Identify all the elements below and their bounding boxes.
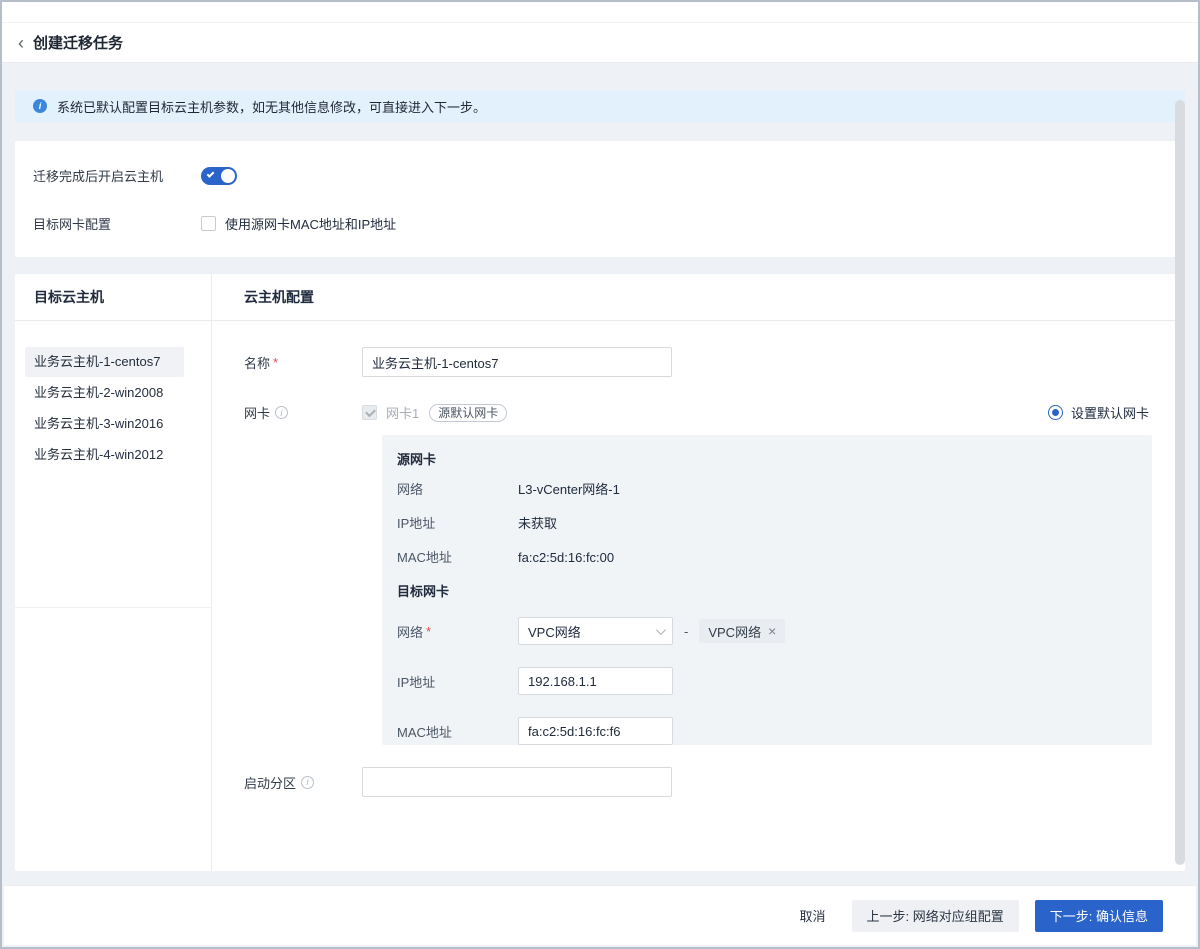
- vm-list-item[interactable]: 业务云主机-1-centos7: [25, 347, 184, 377]
- network-dash: -: [684, 624, 688, 639]
- vm-list-item[interactable]: 业务云主机-4-win2012: [25, 440, 184, 470]
- migration-options-card: 迁移完成后开启云主机 目标网卡配置 使用源网卡MAC地址和IP地址: [15, 141, 1185, 257]
- target-nic-config-label: 目标网卡配置: [33, 214, 201, 233]
- target-nic-title: 目标网卡: [397, 583, 1152, 601]
- required-mark: *: [273, 355, 278, 370]
- name-label: 名称 *: [244, 353, 362, 372]
- boot-partition-row: 启动分区 i: [244, 767, 1149, 797]
- power-on-label: 迁移完成后开启云主机: [33, 166, 201, 185]
- target-ip-row: IP地址: [397, 667, 1152, 695]
- app-top-strip: [2, 2, 1198, 23]
- source-mac-row: MAC地址 fa:c2:5d:16:fc:00: [397, 549, 1152, 567]
- target-ip-label: IP地址: [397, 672, 518, 691]
- cancel-button[interactable]: 取消: [794, 900, 832, 932]
- source-mac-label: MAC地址: [397, 549, 518, 567]
- chevron-down-icon: [656, 625, 666, 635]
- vm-list-item[interactable]: 业务云主机-3-win2016: [25, 409, 184, 439]
- power-on-row: 迁移完成后开启云主机: [33, 166, 1167, 185]
- target-nic-config-row: 目标网卡配置 使用源网卡MAC地址和IP地址: [33, 214, 1167, 233]
- nic1-checkbox: [362, 405, 377, 420]
- source-network-value: L3-vCenter网络-1: [518, 481, 620, 499]
- selected-network-tag: VPC网络 ×: [699, 619, 785, 643]
- target-vms-title: 目标云主机: [15, 274, 212, 320]
- source-default-nic-badge: 源默认网卡: [429, 404, 507, 422]
- boot-partition-label: 启动分区 i: [244, 773, 362, 792]
- info-icon: i: [33, 99, 47, 113]
- source-network-label: 网络: [397, 481, 518, 499]
- main-content: i 系统已默认配置目标云主机参数，如无其他信息修改，可直接进入下一步。 迁移完成…: [2, 63, 1198, 885]
- nic-detail-panel: 源网卡 网络 L3-vCenter网络-1 IP地址 未获取 MAC地址 fa:…: [382, 435, 1152, 745]
- vm-config-card-body: 业务云主机-1-centos7 业务云主机-2-win2008 业务云主机-3-…: [15, 321, 1185, 871]
- page-title: 创建迁移任务: [33, 32, 123, 53]
- source-ip-row: IP地址 未获取: [397, 515, 1152, 533]
- close-icon[interactable]: ×: [768, 624, 776, 638]
- source-mac-value: fa:c2:5d:16:fc:00: [518, 549, 614, 567]
- target-network-row: 网络 * VPC网络 - VPC网络 ×: [397, 617, 1152, 645]
- page-header: ‹ 创建迁移任务: [2, 23, 1198, 63]
- target-network-select[interactable]: VPC网络: [518, 617, 673, 645]
- target-network-selected-value: VPC网络: [528, 622, 581, 641]
- name-input[interactable]: [362, 347, 672, 377]
- use-source-mac-ip-checkbox[interactable]: [201, 216, 216, 231]
- source-network-row: 网络 L3-vCenter网络-1: [397, 481, 1152, 499]
- name-row: 名称 *: [244, 347, 1149, 377]
- toggle-knob: [221, 169, 235, 183]
- vm-list-item[interactable]: 业务云主机-2-win2008: [25, 378, 184, 408]
- use-source-mac-ip-label[interactable]: 使用源网卡MAC地址和IP地址: [225, 214, 396, 233]
- boot-partition-info-icon[interactable]: i: [301, 776, 314, 789]
- name-label-text: 名称: [244, 353, 270, 372]
- radio-icon: [1048, 405, 1063, 420]
- nic-row: 网卡 i 网卡1 源默认网卡 设置默认网卡: [244, 403, 1149, 422]
- vm-config-card-header: 目标云主机 云主机配置: [15, 274, 1185, 321]
- prev-step-button[interactable]: 上一步: 网络对应组配置: [852, 900, 1019, 932]
- vm-config-form: 名称 * 网卡 i 网卡1 源默认网卡: [212, 321, 1185, 871]
- info-banner-text: 系统已默认配置目标云主机参数，如无其他信息修改，可直接进入下一步。: [57, 97, 486, 116]
- nic-label-text: 网卡: [244, 403, 270, 422]
- target-network-label: 网络 *: [397, 622, 518, 641]
- target-network-label-text: 网络: [397, 622, 423, 641]
- nic-label: 网卡 i: [244, 403, 362, 422]
- source-nic-title: 源网卡: [397, 451, 1152, 469]
- vm-config-title: 云主机配置: [212, 274, 1185, 320]
- required-mark: *: [426, 624, 431, 639]
- source-ip-label: IP地址: [397, 515, 518, 533]
- target-mac-input[interactable]: [518, 717, 673, 745]
- nic1-label: 网卡1: [386, 403, 419, 422]
- back-chevron-icon[interactable]: ‹: [18, 34, 24, 52]
- vertical-scrollbar[interactable]: [1175, 100, 1185, 865]
- nic-info-icon[interactable]: i: [275, 406, 288, 419]
- target-ip-input[interactable]: [518, 667, 673, 695]
- set-default-nic-label: 设置默认网卡: [1071, 403, 1149, 422]
- check-icon: [207, 170, 215, 178]
- target-mac-label: MAC地址: [397, 722, 518, 741]
- selected-network-tag-label: VPC网络: [708, 622, 761, 641]
- nic1-group: 网卡1 源默认网卡: [362, 403, 1048, 422]
- radio-dot: [1052, 409, 1059, 416]
- vm-config-card: 目标云主机 云主机配置 业务云主机-1-centos7 业务云主机-2-win2…: [15, 274, 1185, 871]
- boot-partition-label-text: 启动分区: [244, 773, 296, 792]
- source-ip-value: 未获取: [518, 515, 557, 533]
- target-vm-list: 业务云主机-1-centos7 业务云主机-2-win2008 业务云主机-3-…: [15, 347, 211, 608]
- next-step-button[interactable]: 下一步: 确认信息: [1035, 900, 1163, 932]
- boot-partition-input[interactable]: [362, 767, 672, 797]
- info-banner: i 系统已默认配置目标云主机参数，如无其他信息修改，可直接进入下一步。: [15, 90, 1185, 122]
- set-default-nic-radio[interactable]: 设置默认网卡: [1048, 403, 1149, 422]
- footer-bar: 取消 上一步: 网络对应组配置 下一步: 确认信息: [4, 885, 1196, 945]
- target-vm-list-panel: 业务云主机-1-centos7 业务云主机-2-win2008 业务云主机-3-…: [15, 321, 212, 871]
- target-mac-row: MAC地址: [397, 717, 1152, 745]
- power-on-toggle[interactable]: [201, 167, 237, 185]
